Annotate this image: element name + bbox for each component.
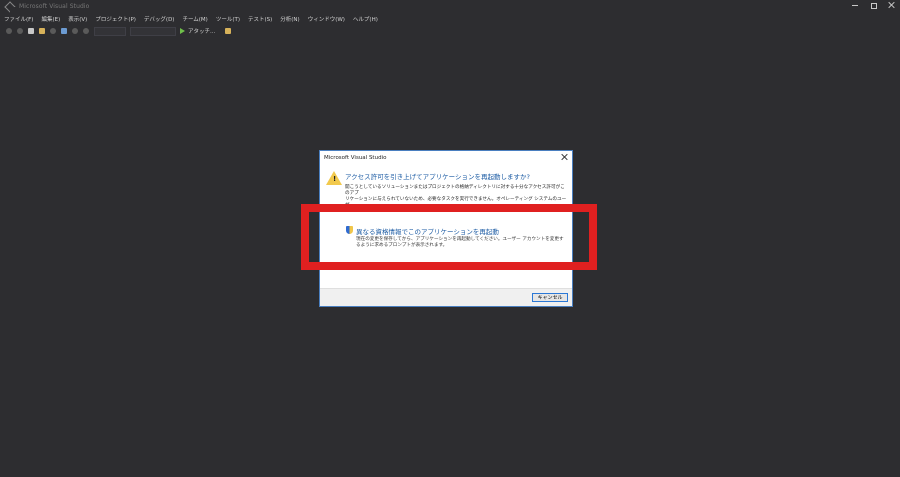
warning-exclamation: !	[333, 175, 337, 183]
dialog-footer: キャンセル	[320, 288, 572, 306]
menu-analyze[interactable]: 分析(N)	[280, 15, 299, 23]
dialog-title: Microsoft Visual Studio	[324, 154, 387, 161]
title-bar: Microsoft Visual Studio	[0, 0, 900, 13]
command-link-desc-line-2: るように求めるプロンプトが表示されます。	[356, 243, 448, 248]
minimize-icon[interactable]	[852, 2, 858, 8]
solution-config-combo[interactable]	[94, 26, 126, 36]
command-link-title[interactable]: 異なる資格情報でこのアプリケーションを再起動	[356, 226, 499, 236]
restore-icon[interactable]	[870, 2, 877, 9]
save-all-icon[interactable]	[61, 28, 67, 34]
menu-test[interactable]: テスト(S)	[248, 15, 272, 23]
content-line-2: リケーションに与えられていないため、必要なタスクを実行できません。オペレーティン…	[345, 197, 567, 208]
menu-project[interactable]: プロジェクト(P)	[95, 15, 136, 23]
toolbar: アタッチ...	[0, 25, 900, 37]
menu-debug[interactable]: デバッグ(D)	[144, 15, 175, 23]
main-instruction: アクセス許可を引き上げてアプリケーションを再起動しますか?	[345, 173, 530, 181]
play-icon[interactable]	[180, 28, 185, 34]
solution-platform-combo[interactable]	[130, 26, 176, 36]
menu-window[interactable]: ウィンドウ(W)	[308, 15, 345, 23]
command-link-description: 現在の変更を保存してから、アプリケーションを再起動してください。ユーザー アカウ…	[356, 237, 566, 249]
menu-view[interactable]: 表示(V)	[68, 15, 87, 23]
redo-icon[interactable]	[83, 28, 89, 34]
window-controls	[852, 2, 894, 9]
dialog-content: 開こうとしているソリューションまたはプロジェクトの格納ディレクトリに対する十分な…	[345, 185, 569, 209]
new-project-icon[interactable]	[28, 28, 34, 34]
attach-button[interactable]: アタッチ...	[188, 27, 215, 35]
menu-tools[interactable]: ツール(T)	[216, 15, 240, 23]
save-icon[interactable]	[50, 28, 56, 34]
app-title: Microsoft Visual Studio	[19, 3, 90, 10]
menu-file[interactable]: ファイル(F)	[4, 15, 33, 23]
undo-icon[interactable]	[72, 28, 78, 34]
close-icon[interactable]	[888, 2, 894, 8]
visual-studio-logo-icon	[4, 2, 14, 11]
menu-bar: ファイル(F) 編集(E) 表示(V) プロジェクト(P) デバッグ(D) チー…	[0, 13, 900, 25]
back-icon[interactable]	[6, 28, 12, 34]
shield-icon	[346, 226, 353, 234]
elevation-dialog: Microsoft Visual Studio ! アクセス許可を引き上げてアプ…	[319, 150, 573, 307]
cancel-button[interactable]: キャンセル	[532, 293, 568, 302]
open-file-icon[interactable]	[39, 28, 45, 34]
menu-edit[interactable]: 編集(E)	[41, 15, 60, 23]
menu-team[interactable]: チーム(M)	[182, 15, 207, 23]
dialog-close-icon[interactable]	[561, 154, 567, 160]
content-line-1: 開こうとしているソリューションまたはプロジェクトの格納ディレクトリに対する十分な…	[345, 185, 565, 196]
dialog-titlebar: Microsoft Visual Studio	[320, 151, 572, 164]
forward-icon[interactable]	[17, 28, 23, 34]
menu-help[interactable]: ヘルプ(H)	[353, 15, 378, 23]
find-in-files-icon[interactable]	[225, 28, 232, 34]
